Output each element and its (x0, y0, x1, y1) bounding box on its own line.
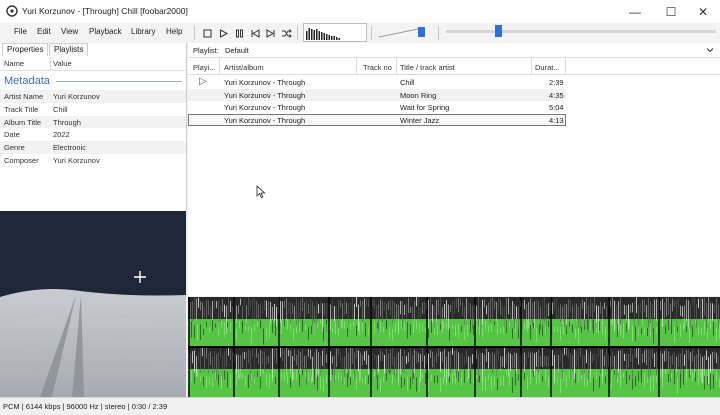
column-divider (50, 57, 51, 70)
property-row[interactable]: Album Title Through (0, 115, 186, 129)
playlist-row[interactable]: ▷ Yuri Korzunov - Through Chill 2:39 (188, 76, 566, 89)
column-playing[interactable]: Playi... (193, 63, 216, 72)
property-value: Through (53, 117, 81, 127)
app-icon (6, 5, 18, 17)
menu-playback[interactable]: Playback (89, 27, 121, 36)
metadata-section-title: Metadata (4, 75, 50, 87)
playlist-label: Playlist: (193, 46, 219, 55)
property-row[interactable]: Track Title Chill (0, 103, 186, 116)
column-divider (219, 58, 220, 74)
playlist-column-header: Playi... Artist/album Track no Title / t… (188, 58, 720, 75)
menu-edit[interactable]: Edit (37, 27, 51, 36)
row-title: Chill (400, 78, 415, 87)
spectrum-bars (306, 28, 340, 40)
property-name: Track Title (4, 104, 39, 114)
row-title: Moon Ring (400, 90, 437, 100)
toolbar-separator (438, 26, 439, 40)
row-artist-album: Yuri Korzunov - Through (224, 115, 306, 125)
property-name: Genre (4, 143, 25, 153)
playlist-dropdown-value: Default (225, 46, 249, 55)
random-icon (281, 28, 292, 38)
volume-thumb (418, 27, 425, 37)
spectrogram (188, 297, 720, 397)
volume-slider[interactable] (378, 26, 430, 38)
toolbar-separator (194, 26, 195, 40)
chevron-down-icon[interactable] (706, 46, 714, 54)
pause-icon (235, 29, 243, 37)
status-text: PCM | 6144 kbps | 96000 Hz | stereo | 0:… (3, 402, 168, 411)
toolbar-separator (297, 26, 298, 40)
column-value[interactable]: Value (53, 59, 72, 68)
maximize-button[interactable]: ☐ (654, 0, 688, 23)
section-divider (56, 81, 182, 82)
menu-help[interactable]: Help (166, 27, 182, 36)
minimize-icon: — (629, 4, 641, 19)
property-value: Yuri Korzunov (53, 92, 100, 101)
property-row[interactable]: Artist Name Yuri Korzunov (0, 90, 186, 103)
pause-button[interactable] (233, 27, 245, 39)
stop-icon (203, 29, 211, 37)
album-art (0, 211, 186, 397)
row-duration: 2:39 (549, 78, 564, 87)
row-artist-album: Yuri Korzunov - Through (224, 90, 306, 100)
close-button[interactable]: ✕ (686, 0, 720, 23)
row-duration: 4:13 (549, 115, 564, 125)
row-artist-album: Yuri Korzunov - Through (224, 78, 306, 87)
properties-header: Name Value (0, 57, 186, 71)
property-value: Electronic (53, 143, 86, 153)
column-name[interactable]: Name (4, 59, 24, 68)
property-row[interactable]: Date 2022 (0, 128, 186, 141)
play-icon (219, 28, 228, 38)
random-button[interactable] (280, 27, 292, 39)
property-row[interactable]: Genre Electronic (0, 141, 186, 154)
playlist-row[interactable]: Yuri Korzunov - Through Winter Jazz 4:13 (188, 113, 566, 126)
stop-button[interactable] (201, 27, 213, 39)
playlist-row[interactable]: Yuri Korzunov - Through Moon Ring 4:35 (188, 88, 566, 101)
property-name: Artist Name (4, 92, 44, 101)
property-value: Chill (53, 104, 68, 114)
previous-icon (251, 28, 260, 38)
property-row[interactable]: Composer Yuri Korzunov (0, 154, 186, 167)
row-title: Wait for Spring (400, 103, 450, 112)
playlist-row[interactable]: Yuri Korzunov - Through Wait for Spring … (188, 101, 566, 114)
column-divider (356, 58, 357, 74)
play-button[interactable] (217, 27, 229, 39)
menu-view[interactable]: View (61, 27, 78, 36)
row-artist-album: Yuri Korzunov - Through (224, 103, 306, 112)
property-value: Yuri Korzunov (53, 156, 100, 165)
close-icon: ✕ (697, 4, 709, 19)
row-duration: 5:04 (549, 103, 564, 112)
tab-properties[interactable]: Properties (2, 43, 49, 56)
minimize-button[interactable]: — (618, 0, 652, 23)
row-duration: 4:35 (549, 90, 564, 100)
tab-playlists[interactable]: Playlists (49, 43, 89, 56)
now-playing-icon: ▷ (199, 76, 207, 87)
column-track-no[interactable]: Track no (363, 63, 392, 72)
window-title: Yuri Korzunov - [Through] Chill [foobar2… (22, 6, 188, 16)
toolbar-separator (371, 26, 372, 40)
seek-thumb[interactable] (495, 25, 502, 37)
playlist-dropdown[interactable] (222, 44, 716, 56)
previous-button[interactable] (249, 27, 261, 39)
column-divider (565, 58, 566, 74)
seek-bar[interactable] (446, 30, 716, 33)
column-duration[interactable]: Durat... (535, 63, 560, 72)
row-title: Winter Jazz (400, 115, 440, 125)
property-name: Composer (4, 156, 39, 165)
properties-panel: Properties Playlists Name Value Metadata… (0, 43, 187, 211)
column-divider (396, 58, 397, 74)
property-value: 2022 (53, 130, 70, 140)
menu-file[interactable]: File (14, 27, 27, 36)
visualisation-box (303, 23, 367, 42)
menu-library[interactable]: Library (131, 27, 155, 36)
column-artist-album[interactable]: Artist/album (224, 63, 264, 72)
next-icon (266, 28, 275, 38)
property-name: Date (4, 130, 20, 140)
next-button[interactable] (265, 27, 277, 39)
property-name: Album Title (4, 117, 42, 127)
column-title[interactable]: Title / track artist (400, 63, 455, 72)
mouse-cursor-icon (256, 185, 266, 201)
maximize-icon: ☐ (665, 4, 677, 19)
column-divider (531, 58, 532, 74)
